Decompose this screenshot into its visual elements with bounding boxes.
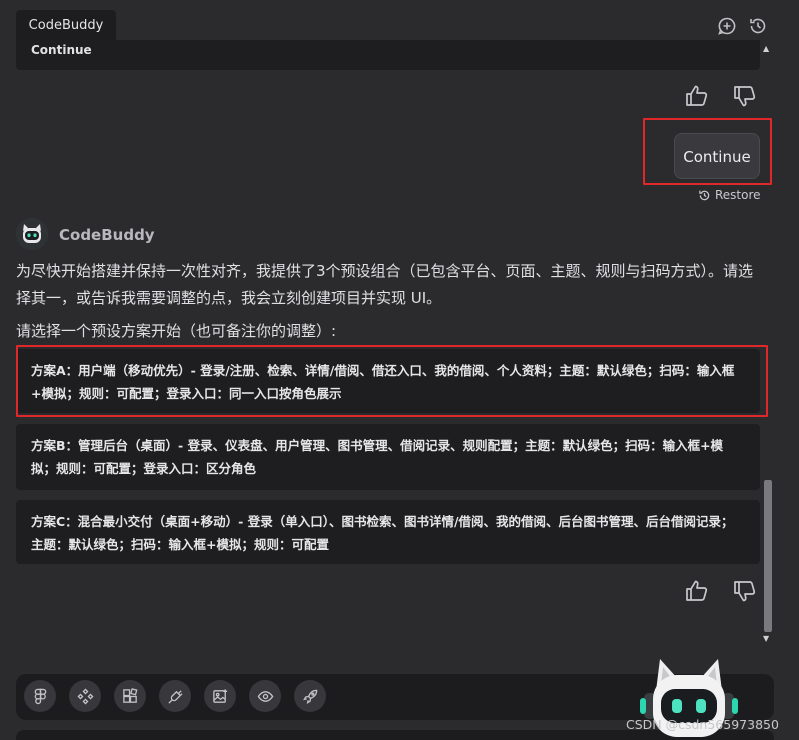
thumbs-down-icon[interactable] <box>732 578 758 604</box>
figma-icon[interactable] <box>24 680 56 712</box>
blocks-icon[interactable] <box>114 680 146 712</box>
assistant-prompt: 请选择一个预设方案开始（也可备注你的调整）: <box>16 322 337 340</box>
csdn-watermark: CSDN @csdn565973850 <box>626 717 779 732</box>
scroll-up-arrow-icon[interactable]: ▲ <box>763 44 769 53</box>
assistant-name: CodeBuddy <box>59 226 155 244</box>
restore-button[interactable]: Restore <box>698 188 761 202</box>
plugin-icon[interactable] <box>159 680 191 712</box>
codebuddy-avatar <box>16 218 48 250</box>
assistant-paragraph: 为尽快开始搭建并保持一次性对齐，我提供了3个预设组合（已包含平台、页面、主题、规… <box>16 262 754 307</box>
restore-icon <box>699 190 710 200</box>
previous-message-card: Continue <box>16 40 760 70</box>
add-chat-icon[interactable] <box>717 16 737 36</box>
thumbs-up-icon[interactable] <box>684 578 710 604</box>
thumbs-down-icon[interactable] <box>732 83 758 109</box>
thumbs-up-icon[interactable] <box>684 83 710 109</box>
option-b-card[interactable]: 方案B：管理后台（桌面）- 登录、仪表盘、用户管理、图书管理、借阅记录、规则配置… <box>16 424 760 490</box>
rocket-icon[interactable] <box>294 680 326 712</box>
previous-message-text: Continue <box>31 43 92 57</box>
option-c-card[interactable]: 方案C：混合最小交付（桌面+移动）- 登录（单入口）、图书检索、图书详情/借阅、… <box>16 500 760 564</box>
user-message-bubble[interactable]: Continue <box>674 133 760 179</box>
preview-eye-icon[interactable] <box>249 680 281 712</box>
image-icon[interactable] <box>204 680 236 712</box>
scrollbar-thumb[interactable] <box>764 480 772 632</box>
highlight-box-option-a <box>16 345 768 417</box>
app-title-tab[interactable]: CodeBuddy <box>16 10 116 42</box>
scroll-down-arrow-icon[interactable]: ▼ <box>763 634 769 643</box>
history-icon[interactable] <box>748 16 768 36</box>
components-icon[interactable] <box>69 680 101 712</box>
restore-label: Restore <box>715 188 761 202</box>
